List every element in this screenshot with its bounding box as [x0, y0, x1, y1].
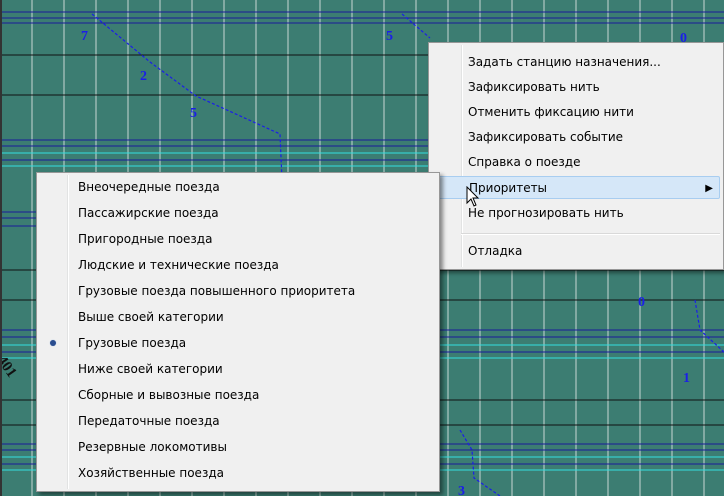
context-menu: Задать станцию назначения... Зафиксирова…: [428, 42, 724, 270]
submenu-item-label: Сборные и вывозные поезда: [78, 388, 260, 402]
submenu-item-collection-local[interactable]: Сборные и вывозные поезда: [40, 384, 436, 407]
radio-selected-icon: [50, 340, 56, 346]
submenu-item-label: Выше своей категории: [78, 310, 224, 324]
submenu-item-service-trains[interactable]: Хозяйственные поезда: [40, 462, 436, 485]
menu-item-label: Приоритеты: [469, 181, 548, 195]
submenu-item-extraordinary[interactable]: Внеочередные поезда: [40, 176, 436, 199]
submenu-item-transfer[interactable]: Передаточные поезда: [40, 410, 436, 433]
priorities-submenu: Внеочередные поезда Пассажирские поезда …: [36, 172, 440, 492]
submenu-item-people-technical[interactable]: Людские и технические поезда: [40, 254, 436, 277]
submenu-item-reserve-locomotives[interactable]: Резервные локомотивы: [40, 436, 436, 459]
menu-item-fix-thread[interactable]: Зафиксировать нить: [432, 76, 720, 99]
menu-item-label: Задать станцию назначения...: [468, 55, 661, 69]
menu-item-debug[interactable]: Отладка: [432, 240, 720, 263]
graph-number-5a: 5: [190, 106, 197, 121]
menu-item-label: Отладка: [468, 244, 523, 258]
submenu-item-freight-high-priority[interactable]: Грузовые поезда повышенного приоритета: [40, 280, 436, 303]
submenu-item-label: Хозяйственные поезда: [78, 466, 224, 480]
menu-item-label: Зафиксировать событие: [468, 130, 623, 144]
graph-number-3: 3: [458, 484, 465, 496]
submenu-item-label: Ниже своей категории: [78, 362, 223, 376]
graph-number-5b: 5: [386, 29, 393, 44]
menu-item-set-destination[interactable]: Задать станцию назначения...: [432, 51, 720, 74]
submenu-item-label: Грузовые поезда повышенного приоритета: [78, 284, 356, 298]
submenu-item-label: Передаточные поезда: [78, 414, 220, 428]
menu-item-train-info[interactable]: Справка о поезде: [432, 151, 720, 174]
submenu-item-label: Пригородные поезда: [78, 232, 213, 246]
submenu-item-label: Пассажирские поезда: [78, 206, 219, 220]
graph-number-2: 2: [140, 69, 147, 84]
menu-item-label: Отменить фиксацию нити: [468, 105, 634, 119]
submenu-item-suburban[interactable]: Пригородные поезда: [40, 228, 436, 251]
submenu-item-label: Резервные локомотивы: [78, 440, 227, 454]
menu-item-label: Справка о поезде: [468, 155, 581, 169]
mouse-cursor-icon: [466, 186, 480, 207]
graph-number-7: 7: [81, 29, 88, 44]
submenu-item-above-category[interactable]: Выше своей категории: [40, 306, 436, 329]
graph-number-0b: 0: [638, 295, 645, 310]
menu-separator: [461, 233, 720, 235]
menu-item-label: Не прогнозировать нить: [468, 206, 624, 220]
menu-item-label: Зафиксировать нить: [468, 80, 600, 94]
submenu-item-label: Людские и технические поезда: [78, 258, 279, 272]
graph-number-1: 1: [683, 371, 690, 386]
submenu-item-below-category[interactable]: Ниже своей категории: [40, 358, 436, 381]
submenu-item-freight[interactable]: Грузовые поезда: [40, 332, 436, 355]
submenu-item-label: Внеочередные поезда: [78, 180, 220, 194]
submenu-item-label: Грузовые поезда: [78, 336, 187, 350]
submenu-item-passenger[interactable]: Пассажирские поезда: [40, 202, 436, 225]
submenu-arrow-icon: ▶: [705, 183, 713, 194]
menu-item-unfix-thread[interactable]: Отменить фиксацию нити: [432, 101, 720, 124]
menu-item-fix-event[interactable]: Зафиксировать событие: [432, 126, 720, 149]
